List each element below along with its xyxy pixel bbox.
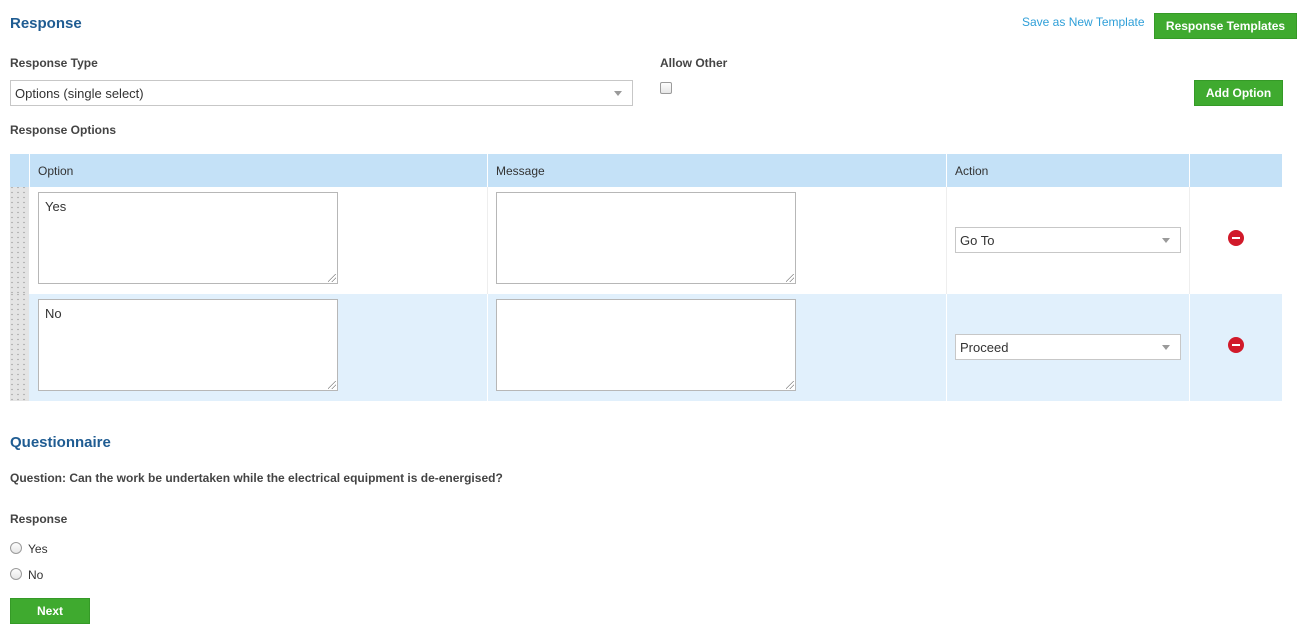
response-type-value: Options (single select) [15, 85, 144, 101]
response-title: Response [10, 15, 82, 32]
column-header-message: Message [488, 154, 947, 187]
allow-other-label: Allow Other [660, 56, 728, 70]
resize-handle-icon[interactable] [328, 381, 336, 389]
add-option-button[interactable]: Add Option [1194, 80, 1283, 106]
response-type-select[interactable]: Options (single select) [10, 80, 633, 106]
allow-other-checkbox[interactable] [660, 82, 672, 94]
action-value: Go To [960, 232, 995, 248]
radio-yes[interactable] [10, 542, 22, 554]
caret-down-icon [1162, 238, 1170, 243]
response-templates-button[interactable]: Response Templates [1154, 13, 1297, 39]
option-textarea[interactable]: Yes [38, 192, 338, 284]
next-button[interactable]: Next [10, 598, 90, 624]
table-row: Yes Go To [10, 187, 1282, 294]
response-options-table: Option Message Action Yes Go To No Proce… [10, 154, 1282, 402]
drag-handle-icon[interactable] [10, 187, 29, 294]
remove-column-header [1190, 154, 1282, 187]
message-textarea[interactable] [496, 299, 796, 391]
caret-down-icon [1162, 345, 1170, 350]
response-label: Response [10, 512, 68, 526]
option-text: No [45, 306, 62, 321]
table-row: No Proceed [10, 294, 1282, 401]
column-header-option: Option [30, 154, 488, 187]
option-textarea[interactable]: No [38, 299, 338, 391]
option-text: Yes [45, 199, 67, 214]
resize-handle-icon[interactable] [786, 274, 794, 282]
resize-handle-icon[interactable] [328, 274, 336, 282]
caret-down-icon [614, 91, 622, 96]
response-options-label: Response Options [10, 123, 117, 137]
action-value: Proceed [960, 339, 1009, 355]
response-type-label: Response Type [10, 56, 98, 70]
table-header: Option Message Action [10, 154, 1282, 187]
resize-handle-icon[interactable] [786, 381, 794, 389]
question-text: Question: Can the work be undertaken whi… [10, 471, 503, 485]
drag-handle-icon[interactable] [10, 294, 29, 401]
remove-circle-icon[interactable] [1228, 230, 1244, 246]
questionnaire-title: Questionnaire [10, 434, 111, 451]
save-as-template-link[interactable]: Save as New Template [1022, 15, 1145, 29]
radio-no[interactable] [10, 568, 22, 580]
drag-column-header [10, 154, 30, 187]
action-select[interactable]: Proceed [955, 334, 1181, 360]
radio-no-label[interactable]: No [28, 568, 43, 582]
radio-yes-label[interactable]: Yes [28, 542, 48, 556]
remove-circle-icon[interactable] [1228, 337, 1244, 353]
column-header-action: Action [947, 154, 1190, 187]
message-textarea[interactable] [496, 192, 796, 284]
action-select[interactable]: Go To [955, 227, 1181, 253]
